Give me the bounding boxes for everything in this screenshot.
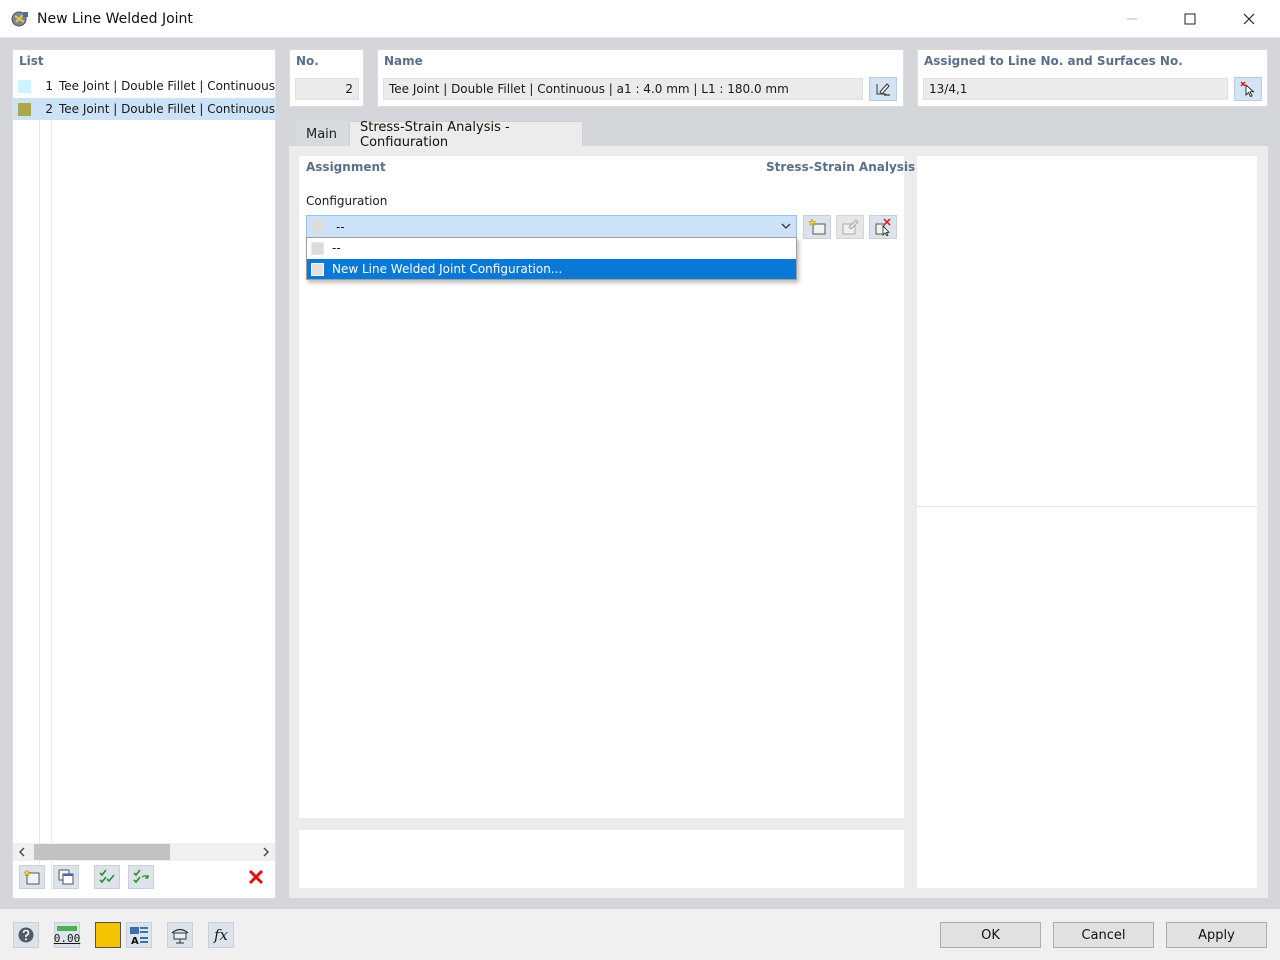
edit-configuration-icon[interactable] (836, 215, 864, 239)
cancel-button[interactable]: Cancel (1053, 922, 1154, 948)
check-renumber-icon[interactable] (128, 865, 154, 889)
scroll-left-icon[interactable] (13, 843, 31, 861)
tree-guide-line (39, 100, 40, 890)
assigned-section: Assigned to Line No. and Surfaces No. 13… (917, 49, 1268, 107)
scroll-right-icon[interactable] (257, 843, 275, 861)
assigned-value: 13/4,1 (929, 82, 968, 96)
pick-objects-icon[interactable] (1234, 77, 1262, 101)
name-header: Name (384, 54, 423, 68)
window-title: New Line Welded Joint (37, 11, 193, 27)
copy-item-icon[interactable] (53, 865, 79, 889)
number-value: 2 (345, 82, 353, 96)
check-all-icon[interactable] (94, 865, 120, 889)
configuration-selected-value: -- (336, 219, 345, 234)
formula-text: fx (213, 926, 228, 944)
color-swatch (18, 79, 31, 93)
bottom-bar: 0.00 A fx OK Cancel Apply (0, 908, 1280, 960)
number-field[interactable]: 2 (295, 78, 359, 100)
name-section: Name Tee Joint | Double Fillet | Continu… (377, 49, 904, 107)
list-item-number: 2 (45, 102, 53, 116)
assigned-field[interactable]: 13/4,1 (923, 78, 1228, 100)
edit-name-icon[interactable] (869, 77, 897, 101)
tab-stress-strain-configuration[interactable]: Stress-Strain Analysis - Configuration (349, 119, 583, 150)
assignment-header: Assignment (306, 160, 386, 174)
delete-icon[interactable] (243, 865, 269, 889)
list-item-label: Tee Joint | Double Fillet | Continuous | (59, 79, 275, 93)
assigned-header: Assigned to Line No. and Surfaces No. (924, 54, 1183, 68)
dropdown-option-label: -- (332, 241, 341, 255)
number-header: No. (296, 54, 319, 68)
units-bar (57, 925, 77, 931)
new-item-icon[interactable] (19, 865, 45, 889)
name-field[interactable]: Tee Joint | Double Fillet | Continuous |… (383, 78, 863, 100)
configuration-combobox[interactable]: -- (306, 215, 797, 238)
tab-stress-strain-configuration-label: Stress-Strain Analysis - Configuration (360, 119, 510, 150)
dropdown-option-label: New Line Welded Joint Configuration... (332, 262, 563, 276)
list-item[interactable]: 1 Tee Joint | Double Fillet | Continuous… (13, 75, 275, 97)
color-icon[interactable] (95, 922, 121, 948)
tab-main[interactable]: Main (296, 121, 348, 147)
help-icon[interactable] (13, 922, 39, 948)
close-icon[interactable] (1220, 0, 1278, 38)
scrollbar-thumb[interactable] (34, 844, 170, 860)
welded-joint-app-icon (10, 10, 30, 28)
preview-panel-bottom (917, 507, 1257, 888)
units-icon[interactable]: 0.00 (54, 922, 80, 948)
stress-strain-header: Stress-Strain Analysis (766, 160, 916, 174)
list-header: List (19, 54, 44, 68)
delete-configuration-icon[interactable] (869, 215, 897, 239)
list-item-label: Tee Joint | Double Fillet | Continuous | (59, 102, 275, 116)
color-swatch (18, 102, 31, 116)
configuration-dropdown: -- New Line Welded Joint Configuration..… (306, 237, 797, 280)
dropdown-option-new-configuration[interactable]: New Line Welded Joint Configuration... (307, 259, 796, 279)
new-configuration-icon[interactable] (803, 215, 831, 239)
option-color-swatch (311, 262, 324, 276)
svg-text:A: A (131, 936, 139, 945)
name-value: Tee Joint | Double Fillet | Continuous |… (389, 82, 789, 96)
preview-panel-top (917, 156, 1257, 507)
display-icon[interactable]: A (126, 922, 152, 948)
number-section: No. 2 (289, 49, 364, 107)
minimize-icon[interactable] (1103, 0, 1161, 38)
list-item-number: 1 (45, 79, 53, 93)
tab-main-label: Main (306, 126, 338, 142)
option-color-swatch (311, 241, 324, 255)
units-text: 0.00 (53, 931, 81, 945)
chevron-down-icon[interactable] (780, 219, 792, 236)
list-item-selected[interactable]: 2 Tee Joint | Double Fillet | Continuous… (13, 98, 275, 120)
ok-button[interactable]: OK (940, 922, 1041, 948)
apply-button[interactable]: Apply (1166, 922, 1267, 948)
config-color-swatch (311, 220, 324, 233)
title-bar: New Line Welded Joint (0, 0, 1280, 38)
configuration-label: Configuration (306, 194, 388, 208)
tree-guide-line (51, 100, 52, 890)
view-icon[interactable] (167, 922, 193, 948)
horizontal-scrollbar[interactable] (13, 843, 275, 861)
formula-icon[interactable]: fx (208, 922, 234, 948)
info-panel (299, 830, 904, 888)
maximize-icon[interactable] (1161, 0, 1219, 38)
list-toolbar (13, 865, 275, 895)
list-panel: List 1 Tee Joint | Double Fillet | Conti… (12, 49, 276, 899)
dropdown-option-none[interactable]: -- (307, 238, 796, 258)
